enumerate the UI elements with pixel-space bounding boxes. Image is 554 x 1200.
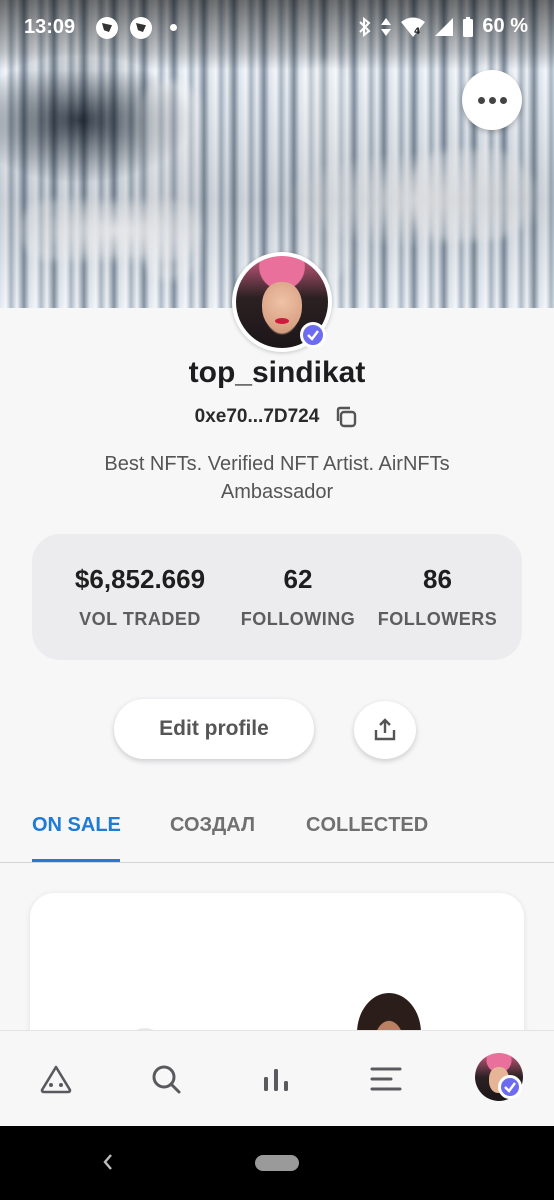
profile-tabs: ON SALE СОЗДАЛ COLLECTED — [0, 800, 554, 863]
status-bar: 13:09 4 60 % — [0, 0, 554, 54]
signal-icon — [435, 17, 454, 36]
app-notification-icon — [96, 17, 118, 39]
data-transfer-icon — [381, 17, 392, 36]
home-gesture-pill[interactable] — [255, 1155, 299, 1171]
network-label: 4 — [414, 27, 420, 37]
menu-icon — [370, 1067, 402, 1091]
more-options-button[interactable] — [462, 70, 522, 130]
nav-stats[interactable] — [250, 1053, 302, 1105]
share-icon — [374, 718, 396, 741]
profile-avatar[interactable] — [232, 252, 332, 352]
verified-badge-icon — [300, 322, 326, 348]
home-icon — [40, 1065, 72, 1094]
wifi-icon: 4 — [401, 17, 426, 37]
back-icon[interactable] — [100, 1152, 116, 1172]
verified-badge-icon — [498, 1075, 522, 1099]
more-notifications-dot — [170, 24, 177, 31]
nav-home[interactable] — [30, 1053, 82, 1105]
stat-value: 62 — [283, 564, 313, 594]
stat-label: FOLLOWING — [240, 609, 356, 629]
more-dot-icon — [488, 96, 496, 104]
app-notification-icon — [130, 17, 152, 39]
bottom-navigation — [0, 1030, 554, 1126]
system-navigation-bar — [0, 1126, 554, 1200]
battery-icon — [463, 16, 474, 37]
nav-search[interactable] — [140, 1053, 192, 1105]
stat-value: $6,852.669 — [74, 564, 206, 594]
stats-icon — [264, 1069, 288, 1091]
tab-collected[interactable]: COLLECTED — [306, 814, 428, 837]
nav-menu[interactable] — [360, 1053, 412, 1105]
stat-label: VOL TRADED — [79, 609, 201, 629]
copy-icon[interactable] — [333, 404, 359, 430]
stat-following[interactable]: 62 FOLLOWING — [238, 564, 358, 630]
more-dot-icon — [477, 96, 485, 104]
stat-vol-traded: $6,852.669 VOL TRADED — [62, 564, 218, 630]
tab-created[interactable]: СОЗДАЛ — [170, 814, 255, 837]
edit-profile-button[interactable]: Edit profile — [114, 699, 314, 759]
stat-followers[interactable]: 86 FOLLOWERS — [375, 564, 500, 630]
wallet-address: 0xe70...7D724 — [194, 406, 320, 427]
battery-percentage: 60 % — [482, 15, 528, 37]
profile-bio: Best NFTs. Verified NFT Artist. AirNFTs … — [104, 453, 450, 503]
stat-label: FOLLOWERS — [377, 609, 498, 629]
status-time: 13:09 — [24, 16, 76, 38]
stats-panel: $6,852.669 VOL TRADED 62 FOLLOWING 86 FO… — [32, 534, 522, 660]
bluetooth-icon — [359, 16, 371, 37]
profile-username: top_sindikat — [188, 356, 366, 389]
tab-on-sale[interactable]: ON SALE — [32, 814, 121, 837]
share-button[interactable] — [354, 701, 416, 759]
active-tab-indicator — [32, 859, 120, 862]
search-icon — [152, 1065, 181, 1094]
more-dot-icon — [499, 96, 507, 104]
stat-value: 86 — [423, 564, 452, 594]
